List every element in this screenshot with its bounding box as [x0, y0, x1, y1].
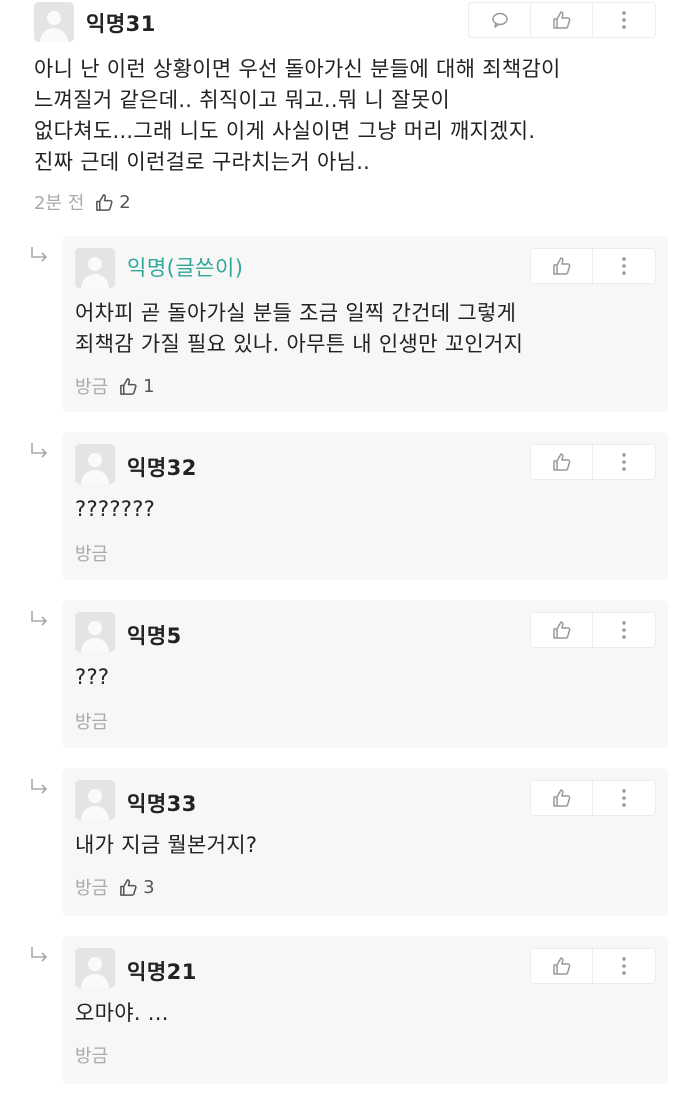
- vertical-dots-icon: [622, 789, 626, 807]
- reply-author: 익명32: [127, 456, 197, 480]
- like-button[interactable]: [531, 3, 593, 37]
- like-button[interactable]: [531, 445, 593, 479]
- reply-arrow-icon: [31, 443, 48, 458]
- reply-item: 익명32 ??????? 방금: [62, 432, 668, 580]
- like-button[interactable]: [531, 613, 593, 647]
- reply-item: 익명33 내가 지금 뭘본거지? 방금 3: [62, 768, 668, 916]
- thumbs-up-icon: [552, 621, 570, 639]
- reply-item: 익명5 ??? 방금: [62, 600, 668, 748]
- avatar: [75, 444, 115, 484]
- avatar: [34, 2, 74, 42]
- reply-time: 방금: [75, 377, 109, 398]
- reply-author: 익명33: [127, 792, 197, 816]
- vertical-dots-icon: [622, 621, 626, 639]
- reply-button[interactable]: [469, 3, 531, 37]
- thumbs-up-icon: [552, 957, 570, 975]
- comment: 익명31 아니 난 이런 상황이면 우선 돌아가신 분들에 대해 죄책감이 느껴…: [0, 0, 687, 228]
- reply-actions: [530, 780, 656, 816]
- reply-time: 방금: [75, 1046, 109, 1067]
- speech-bubble-icon: [491, 12, 508, 28]
- vertical-dots-icon: [622, 11, 626, 29]
- reply-item: 익명21 오마야. ... 방금: [62, 936, 668, 1084]
- more-button[interactable]: [593, 613, 655, 647]
- like-count-value: 2: [119, 191, 131, 213]
- thumbs-up-icon: [552, 257, 570, 275]
- thumbs-up-icon: [552, 789, 570, 807]
- avatar: [75, 612, 115, 652]
- reply-actions: [530, 612, 656, 648]
- thumbs-up-icon: [120, 878, 137, 896]
- comment-meta: 2분 전 2: [34, 189, 131, 215]
- comment-time: 2분 전: [34, 193, 85, 214]
- reply-text: 내가 지금 뭘본거지?: [75, 833, 258, 857]
- reply-time: 방금: [75, 544, 109, 565]
- reply-text: 어차피 곧 돌아가실 분들 조금 일찍 간건데 그렇게 죄책감 가질 필요 있나…: [75, 301, 524, 356]
- like-count[interactable]: 2: [94, 191, 131, 213]
- reply-author: 익명21: [127, 960, 197, 984]
- reply-text: ???????: [75, 497, 156, 521]
- avatar: [75, 248, 115, 288]
- reply-meta: 방금: [75, 708, 108, 734]
- reply-meta: 방금 3: [75, 874, 155, 900]
- reply-arrow-icon: [31, 779, 48, 794]
- thumbs-up-icon: [552, 11, 570, 29]
- comment-author: 익명31: [86, 12, 156, 36]
- reply-meta: 방금: [75, 1042, 108, 1068]
- thumbs-up-icon: [120, 377, 137, 395]
- reply-author: 익명5: [127, 624, 182, 648]
- like-button[interactable]: [531, 949, 593, 983]
- reply-arrow-icon: [31, 247, 48, 262]
- reply-actions: [530, 948, 656, 984]
- avatar: [75, 780, 115, 820]
- reply-text: ???: [75, 665, 110, 689]
- reply-author: 익명(글쓴이): [127, 256, 244, 280]
- reply-text: 오마야. ...: [75, 1001, 169, 1025]
- avatar: [75, 948, 115, 988]
- vertical-dots-icon: [622, 257, 626, 275]
- reply-meta: 방금: [75, 540, 108, 566]
- reply-time: 방금: [75, 712, 109, 733]
- vertical-dots-icon: [622, 957, 626, 975]
- thumbs-up-icon: [96, 193, 113, 211]
- like-count-value: 1: [143, 375, 155, 397]
- reply-item: 익명(글쓴이) 어차피 곧 돌아가실 분들 조금 일찍 간건데 그렇게 죄책감 …: [62, 236, 668, 412]
- more-button[interactable]: [593, 781, 655, 815]
- reply-time: 방금: [75, 878, 109, 899]
- more-button[interactable]: [593, 249, 655, 283]
- reply-actions: [530, 248, 656, 284]
- vertical-dots-icon: [622, 453, 626, 471]
- like-count-value: 3: [143, 876, 155, 898]
- reply-meta: 방금 1: [75, 373, 155, 399]
- thumbs-up-icon: [552, 453, 570, 471]
- more-button[interactable]: [593, 445, 655, 479]
- comment-actions: [468, 2, 656, 38]
- reply-arrow-icon: [31, 611, 48, 626]
- like-button[interactable]: [531, 781, 593, 815]
- like-button[interactable]: [531, 249, 593, 283]
- reply-actions: [530, 444, 656, 480]
- like-count[interactable]: 1: [118, 375, 155, 397]
- reply-arrow-icon: [31, 947, 48, 962]
- more-button[interactable]: [593, 3, 655, 37]
- like-count[interactable]: 3: [118, 876, 155, 898]
- more-button[interactable]: [593, 949, 655, 983]
- comment-text: 아니 난 이런 상황이면 우선 돌아가신 분들에 대해 죄책감이 느껴질거 같은…: [34, 57, 561, 174]
